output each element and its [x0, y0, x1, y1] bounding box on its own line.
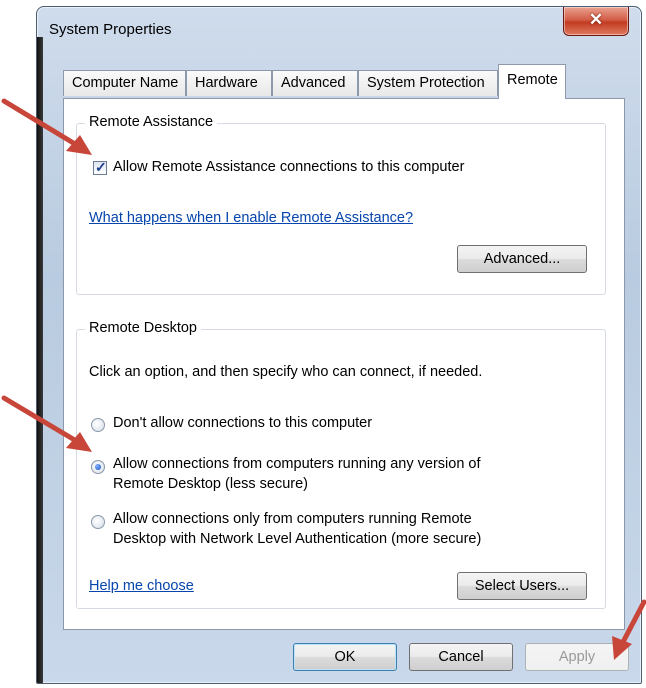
help-me-choose-link[interactable]: Help me choose [89, 578, 194, 594]
ok-button[interactable]: OK [293, 643, 397, 671]
radio-allow-any-version-label-line1[interactable]: Allow connections from computers running… [113, 456, 481, 472]
allow-remote-assistance-label[interactable]: Allow Remote Assistance connections to t… [113, 159, 464, 175]
radio-allow-any-version-label-line2[interactable]: Remote Desktop (less secure) [113, 476, 308, 492]
close-button[interactable]: ✕ [563, 7, 629, 36]
remote-desktop-group-label: Remote Desktop [85, 320, 201, 336]
radio-allow-nla-only[interactable] [91, 515, 105, 529]
close-icon: ✕ [588, 10, 604, 29]
remote-tab-panel: Remote Assistance ✓ Allow Remote Assista… [63, 98, 625, 630]
system-properties-window: System Properties ✕ Computer Name Hardwa… [36, 6, 642, 684]
radio-dont-allow-label[interactable]: Don't allow connections to this computer [113, 415, 372, 431]
tab-remote[interactable]: Remote [498, 64, 566, 99]
remote-assistance-help-link[interactable]: What happens when I enable Remote Assist… [89, 210, 413, 226]
window-title: System Properties [49, 21, 172, 38]
annotation-arrow-icon [612, 599, 646, 660]
annotation-arrow-icon [1, 395, 92, 452]
radio-selected-dot [95, 464, 101, 470]
remote-desktop-instruction: Click an option, and then specify who ca… [89, 364, 483, 380]
annotation-arrow-icon [1, 98, 92, 155]
radio-allow-any-version[interactable] [91, 460, 105, 474]
radio-allow-nla-only-label-line1[interactable]: Allow connections only from computers ru… [113, 511, 472, 527]
advanced-button[interactable]: Advanced... [457, 245, 587, 273]
select-users-button[interactable]: Select Users... [457, 572, 587, 600]
remote-assistance-group: Remote Assistance ✓ Allow Remote Assista… [76, 114, 606, 295]
title-bar[interactable]: System Properties ✕ [37, 7, 641, 53]
cancel-button[interactable]: Cancel [409, 643, 513, 671]
remote-desktop-group: Remote Desktop Click an option, and then… [76, 320, 606, 609]
tab-advanced[interactable]: Advanced [272, 70, 358, 96]
tab-computer-name[interactable]: Computer Name [63, 70, 186, 96]
tab-system-protection[interactable]: System Protection [358, 70, 498, 96]
radio-allow-nla-only-label-line2[interactable]: Desktop with Network Level Authenticatio… [113, 531, 481, 547]
tab-hardware[interactable]: Hardware [186, 70, 272, 96]
